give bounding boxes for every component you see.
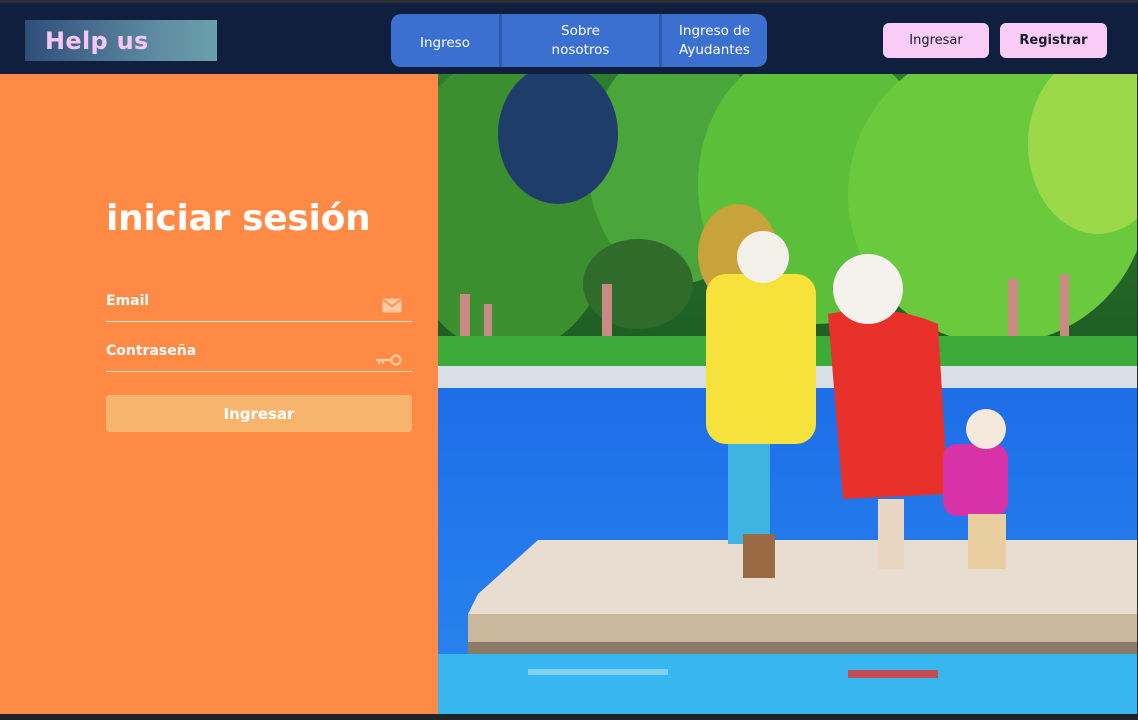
- password-label: Contraseña: [106, 343, 197, 359]
- login-button[interactable]: Ingresar: [883, 23, 989, 58]
- key-icon: [376, 351, 402, 370]
- top-navigation-bar: Help us Ingreso Sobre nosotros Ingreso d…: [0, 0, 1138, 74]
- email-field[interactable]: Email: [106, 292, 412, 322]
- tab-label: Sobre nosotros: [551, 22, 610, 58]
- page-title: iniciar sesión: [106, 198, 371, 239]
- tab-label: Ingreso de Ayudantes: [678, 22, 751, 58]
- submit-login-button[interactable]: Ingresar: [106, 395, 412, 432]
- tab-ingreso[interactable]: Ingreso: [391, 14, 502, 67]
- tab-sobre-nosotros[interactable]: Sobre nosotros: [502, 14, 662, 67]
- password-field[interactable]: Contraseña: [106, 342, 412, 372]
- logo[interactable]: Help us: [25, 20, 217, 61]
- tab-ingreso-ayudantes[interactable]: Ingreso de Ayudantes: [662, 14, 767, 67]
- nav-tabs: Ingreso Sobre nosotros Ingreso de Ayudan…: [391, 14, 767, 67]
- login-panel: iniciar sesión Email Contraseña Ingresar: [0, 74, 438, 714]
- email-label: Email: [106, 293, 150, 309]
- bottom-edge: [0, 714, 1138, 720]
- hero-illustration: [438, 74, 1137, 714]
- envelope-icon: [382, 298, 402, 317]
- tab-label: Ingreso: [420, 35, 470, 51]
- logo-text: Help us: [45, 26, 149, 55]
- register-button[interactable]: Registrar: [1000, 23, 1107, 58]
